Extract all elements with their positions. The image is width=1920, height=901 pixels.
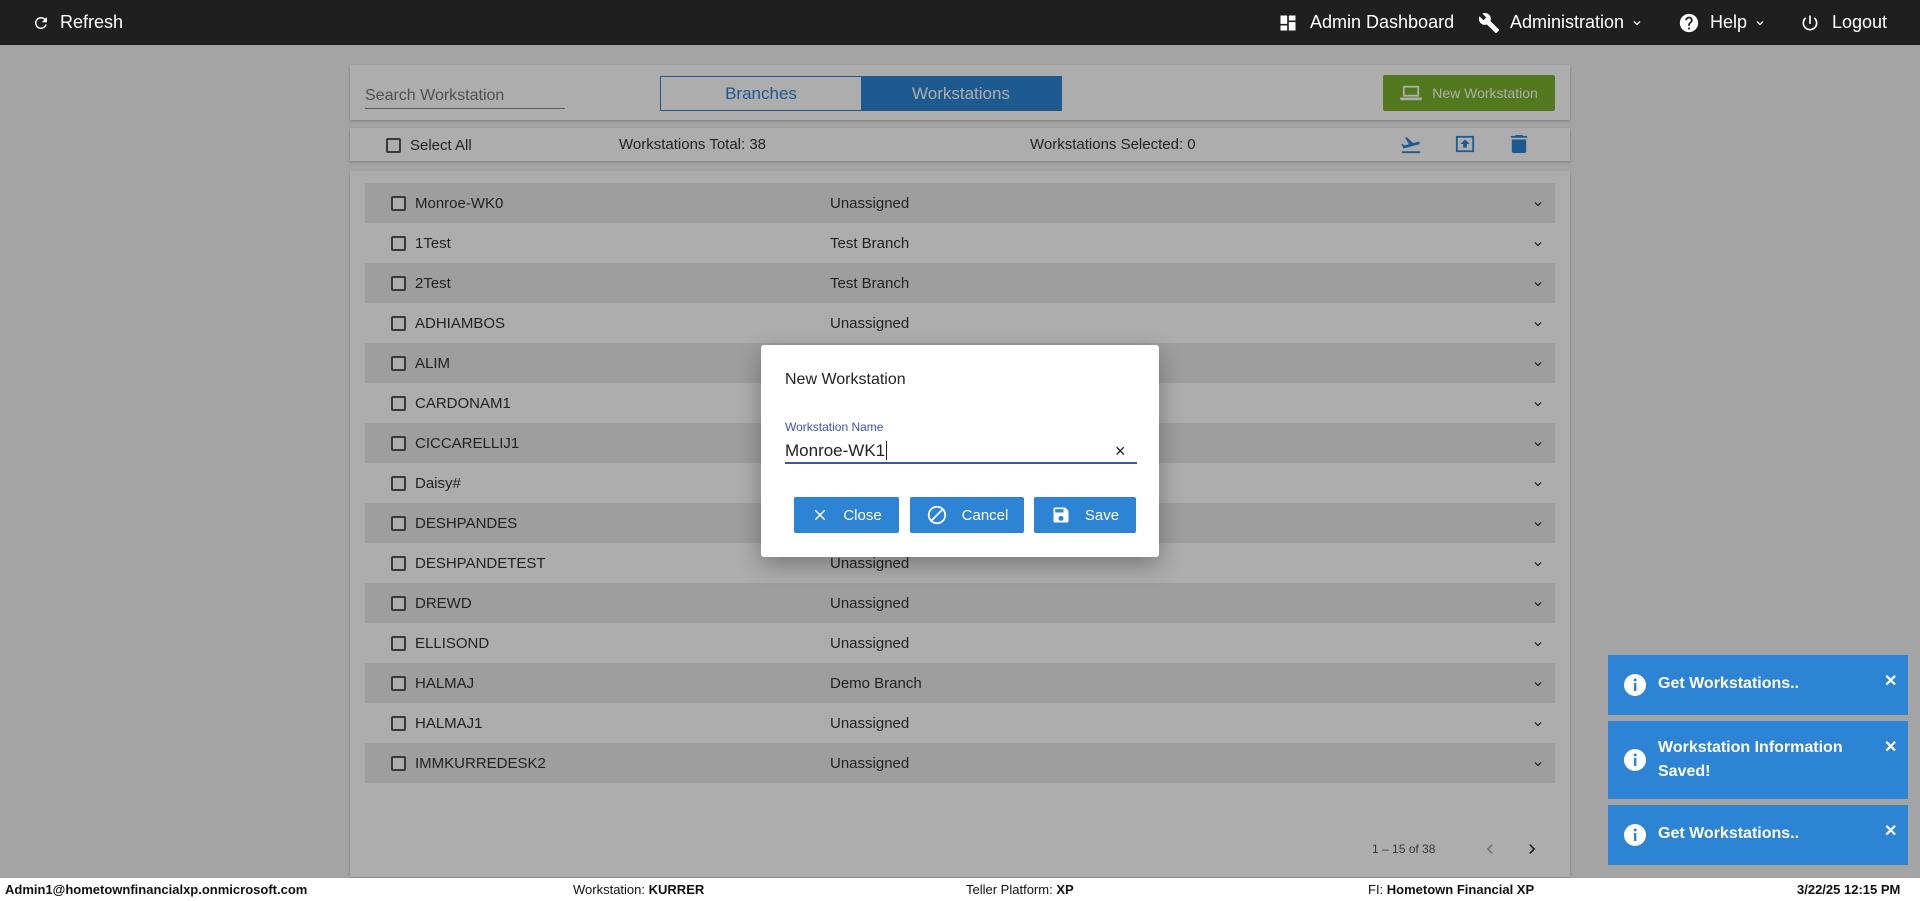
toast-notification: Workstation Information Saved! ✕	[1608, 721, 1908, 799]
workstation-name-value: Monroe-WK1	[785, 441, 886, 460]
footer-platform-value: XP	[1056, 882, 1074, 897]
cancel-label: Cancel	[961, 506, 1009, 524]
refresh-icon	[34, 16, 47, 29]
workstation-name-input[interactable]: Monroe-WK1	[785, 439, 1137, 464]
save-label: Save	[1084, 506, 1120, 524]
clear-icon[interactable]: ×	[1115, 441, 1126, 462]
info-icon	[1624, 824, 1646, 846]
admin-dashboard-label: Admin Dashboard	[1310, 12, 1455, 32]
cancel-icon	[927, 505, 946, 525]
toast-close-icon[interactable]: ✕	[1884, 671, 1897, 691]
toast-close-icon[interactable]: ✕	[1884, 737, 1897, 757]
toast-close-icon[interactable]: ✕	[1884, 821, 1897, 841]
toast-message: Workstation Information Saved!	[1658, 739, 1843, 780]
help-icon	[1679, 13, 1699, 32]
wrench-icon	[1478, 12, 1500, 33]
administration-menu[interactable]: Administration	[1478, 0, 1654, 45]
chevron-down-icon	[1633, 20, 1641, 25]
toast-notification: Get Workstations.. ✕	[1608, 805, 1908, 865]
admin-dashboard-link[interactable]: Admin Dashboard	[1278, 0, 1454, 45]
footer-workstation-value: KURRER	[648, 882, 705, 897]
info-icon	[1624, 674, 1646, 696]
toast-message: Get Workstations..	[1658, 675, 1800, 692]
chevron-down-icon	[1756, 20, 1764, 25]
cancel-button[interactable]: Cancel	[910, 497, 1024, 533]
logout-label: Logout	[1832, 12, 1888, 32]
refresh-button[interactable]: Refresh	[32, 0, 123, 45]
toast-message: Get Workstations..	[1658, 825, 1800, 842]
footer-workstation: Workstation: KURRER	[573, 882, 704, 897]
footer-fi-value: Hometown Financial XP	[1386, 882, 1535, 897]
footer-workstation-label: Workstation:	[573, 882, 646, 897]
info-icon	[1624, 749, 1646, 771]
help-label: Help	[1710, 12, 1748, 32]
administration-label: Administration	[1510, 12, 1625, 32]
footer-datetime: 3/22/25 12:15 PM	[1797, 882, 1901, 897]
toast-notification: Get Workstations.. ✕	[1608, 655, 1908, 715]
footer-platform-label: Teller Platform:	[966, 882, 1053, 897]
new-workstation-dialog: New Workstation Workstation Name Monroe-…	[761, 345, 1159, 557]
footer-fi: FI: Hometown Financial XP	[1368, 882, 1534, 897]
footer-platform: Teller Platform: XP	[966, 882, 1074, 897]
save-icon	[1053, 507, 1069, 523]
logout-button[interactable]: Logout	[1800, 0, 1887, 45]
close-label: Close	[843, 506, 882, 524]
dashboard-icon	[1280, 15, 1296, 30]
text-cursor	[886, 441, 888, 460]
workstation-name-label: Workstation Name	[785, 420, 884, 434]
close-button[interactable]: Close	[794, 497, 899, 533]
footer-user: Admin1@hometownfinancialxp.onmicrosoft.c…	[5, 882, 308, 897]
help-menu[interactable]: Help	[1678, 0, 1777, 45]
power-icon	[1802, 15, 1818, 30]
top-bar: Refresh Admin Dashboard Administration H…	[0, 0, 1920, 45]
close-icon	[815, 509, 826, 521]
status-footer: Admin1@hometownfinancialxp.onmicrosoft.c…	[0, 878, 1920, 901]
refresh-label: Refresh	[60, 12, 124, 32]
dialog-title: New Workstation	[785, 371, 906, 388]
save-button[interactable]: Save	[1034, 497, 1136, 533]
footer-fi-label: FI:	[1368, 882, 1384, 897]
